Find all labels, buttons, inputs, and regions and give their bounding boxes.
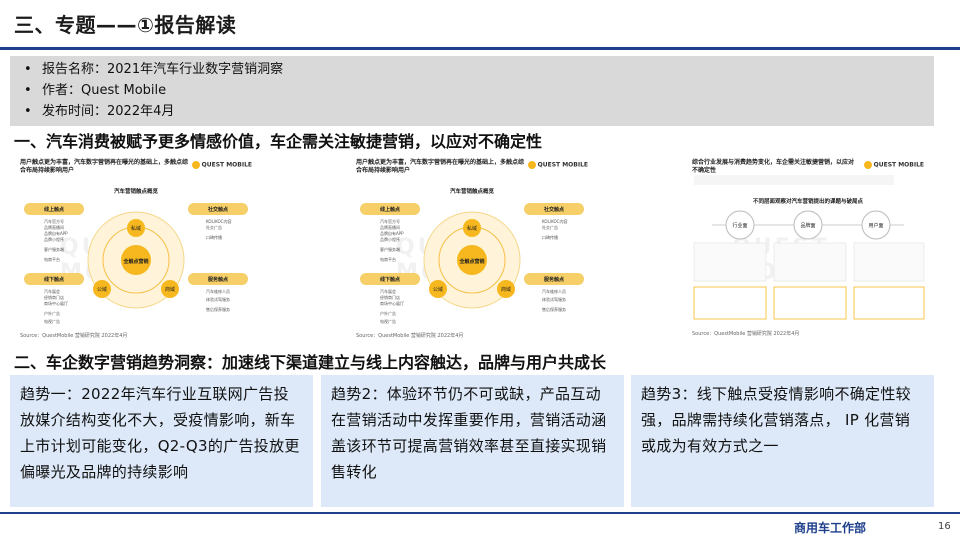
svg-text:线下触点: 线下触点 <box>380 276 400 283</box>
trend-panel-3: 趋势3：线下触点受疫情影响不确定性较强，品牌需持续化营销落点， IP 化营销或成… <box>631 375 934 507</box>
image-source: Source：QuestMobile 营销研究院 2022年4月 <box>356 333 464 339</box>
svg-text:服务触点: 服务触点 <box>544 276 564 283</box>
footer-divider <box>0 512 960 514</box>
image-source: Source：QuestMobile 营销研究院 2022年4月 <box>20 333 128 339</box>
svg-text:售后保养服务: 售后保养服务 <box>206 306 230 312</box>
svg-text:社交触点: 社交触点 <box>207 206 228 213</box>
header-divider <box>0 47 960 50</box>
svg-text:汽车营销触点概览: 汽车营销触点概览 <box>450 187 495 195</box>
report-image-touchpoints-1: QUEST MOBILE 用户触点更为丰富，汽车数字营销再在曝光的基础上，多触点… <box>10 155 262 343</box>
svg-text:私域: 私域 <box>467 225 477 232</box>
svg-text:服务触点: 服务触点 <box>208 276 228 283</box>
svg-text:电视广告: 电视广告 <box>44 318 60 324</box>
svg-text:汽车展会: 汽车展会 <box>44 288 60 294</box>
svg-text:售后保养服务: 售后保养服务 <box>542 306 566 312</box>
svg-text:户外广告: 户外广告 <box>44 310 60 316</box>
bullet-dot: • <box>24 62 32 77</box>
node-label: 商域 <box>165 286 175 293</box>
svg-text:客户服务端: 客户服务端 <box>380 246 400 252</box>
svg-text:电商平台: 电商平台 <box>380 256 396 262</box>
svg-text:经销商门店: 经销商门店 <box>44 294 64 300</box>
trend-text: 趋势3：线下触点受疫情影响不确定性较强，品牌需持续化营销落点， IP 化营销或成… <box>641 385 911 455</box>
svg-text:品牌自有APP: 品牌自有APP <box>380 230 404 236</box>
svg-text:社交广告: 社交广告 <box>206 224 222 230</box>
svg-text:商场中心展厅: 商场中心展厅 <box>380 300 404 306</box>
trend-panel-1: 趋势一：2022年汽车行业互联网广告投放媒介结构变化不大，受疫情影响，新车上市计… <box>10 375 313 507</box>
svg-text:商域: 商域 <box>501 286 511 293</box>
svg-text:KOL/KOC内容: KOL/KOC内容 <box>542 218 567 224</box>
node-label: 私域 <box>131 225 141 232</box>
center-node-label: 全触点营销 <box>122 258 148 265</box>
svg-text:行业面: 行业面 <box>732 222 747 229</box>
report-info-box: • 报告名称：2021年汽车行业数字营销洞察 • 作者：Quest Mobile •… <box>10 56 934 126</box>
svg-text:体验试驾服务: 体验试驾服务 <box>542 296 566 302</box>
department-label: 商用车工作部 <box>794 521 867 535</box>
svg-text:汽车官方号: 汽车官方号 <box>380 218 400 224</box>
touchpoint-diagram: 汽车营销触点概览 全触点营销 私域 公域 商域 线上触点 汽车官方号 品牌直播间… <box>24 187 248 324</box>
svg-text:电商平台: 电商平台 <box>44 256 60 262</box>
trend-panel-2: 趋势2：体验环节仍不可或缺，产品互动在营销活动中发挥重要作用，营销活动涵盖该环节… <box>321 375 624 507</box>
touchpoint-diagram: 汽车营销触点概览 全触点营销 私域 公域 商域 线上触点 汽车官方号 品牌直播间… <box>360 187 584 324</box>
svg-text:品牌自有APP: 品牌自有APP <box>44 230 68 236</box>
info-item-publish-date: • 发布时间：2022年4月 <box>24 101 934 122</box>
svg-text:客户服务端: 客户服务端 <box>44 246 64 252</box>
svg-text:经销商门店: 经销商门店 <box>380 294 400 300</box>
section-heading-2: 二、车企数字营销趋势洞察：加速线下渠道建立与线上内容触达，品牌与用户共成长 <box>14 353 607 372</box>
svg-text:户外广告: 户外广告 <box>380 310 396 316</box>
svg-text:用户面: 用户面 <box>868 222 883 229</box>
svg-text:公域: 公域 <box>433 286 443 293</box>
svg-text:汽车维修人员: 汽车维修人员 <box>542 288 566 294</box>
svg-text:电视广告: 电视广告 <box>380 318 396 324</box>
svg-text:体验试驾服务: 体验试驾服务 <box>206 296 230 302</box>
flow-diagram: 不同层面观察对汽车营销提出的课题与破局点 行业面 品牌面 用户面 <box>693 175 925 320</box>
svg-text:线上触点: 线上触点 <box>380 206 400 213</box>
svg-text:汽车维修人员: 汽车维修人员 <box>206 288 230 294</box>
page-number: 16 <box>938 521 951 532</box>
svg-text:品牌直播间: 品牌直播间 <box>44 224 64 230</box>
svg-text:汽车官方号: 汽车官方号 <box>44 218 64 224</box>
report-image-agile-marketing: QUEST MOBILE 综合行业发展与消费趋势变化，车企需关注敏捷营销，以应对… <box>682 155 934 341</box>
diagram-title: 汽车营销触点概览 <box>114 187 159 195</box>
bullet-dot: • <box>24 83 32 98</box>
slide-header: 三、专题——①报告解读 <box>0 0 960 50</box>
bullet-dot: • <box>24 104 32 119</box>
trend-text: 趋势一：2022年汽车行业互联网广告投放媒介结构变化不大，受疫情影响，新车上市计… <box>20 385 300 481</box>
svg-text:口碑传播: 口碑传播 <box>542 234 558 240</box>
info-item-author: • 作者：Quest Mobile <box>24 80 934 101</box>
svg-text:品牌直播间: 品牌直播间 <box>380 224 400 230</box>
group-title: 线上触点 <box>44 206 64 213</box>
svg-text:线下触点: 线下触点 <box>44 276 64 283</box>
slide-title: 三、专题——①报告解读 <box>14 13 237 37</box>
trend-text: 趋势2：体验环节仍不可或缺，产品互动在营销活动中发挥重要作用，营销活动涵盖该环节… <box>331 385 607 481</box>
svg-text:汽车展会: 汽车展会 <box>380 288 396 294</box>
report-image-touchpoints-2: QUEST MOBILE 用户触点更为丰富，汽车数字营销再在曝光的基础上，多触点… <box>346 155 598 343</box>
svg-text:口碑传播: 口碑传播 <box>206 234 222 240</box>
svg-text:品牌小程序: 品牌小程序 <box>44 236 64 242</box>
svg-text:品牌小程序: 品牌小程序 <box>380 236 400 242</box>
svg-text:全触点营销: 全触点营销 <box>458 258 484 265</box>
svg-text:不同层面观察对汽车营销提出的课题与破局点: 不同层面观察对汽车营销提出的课题与破局点 <box>753 197 864 205</box>
svg-text:社交触点: 社交触点 <box>543 206 564 213</box>
svg-text:品牌面: 品牌面 <box>800 222 815 229</box>
image-source: Source：QuestMobile 营销研究院 2022年4月 <box>692 331 800 337</box>
svg-text:商场中心展厅: 商场中心展厅 <box>44 300 68 306</box>
section-heading-1: 一、汽车消费被赋予更多情感价值，车企需关注敏捷营销，以应对不确定性 <box>14 132 543 151</box>
svg-text:社交广告: 社交广告 <box>542 224 558 230</box>
info-item-report-name: • 报告名称：2021年汽车行业数字营销洞察 <box>24 59 934 80</box>
node-label: 公域 <box>97 286 107 293</box>
svg-text:KOL/KOC内容: KOL/KOC内容 <box>206 218 231 224</box>
